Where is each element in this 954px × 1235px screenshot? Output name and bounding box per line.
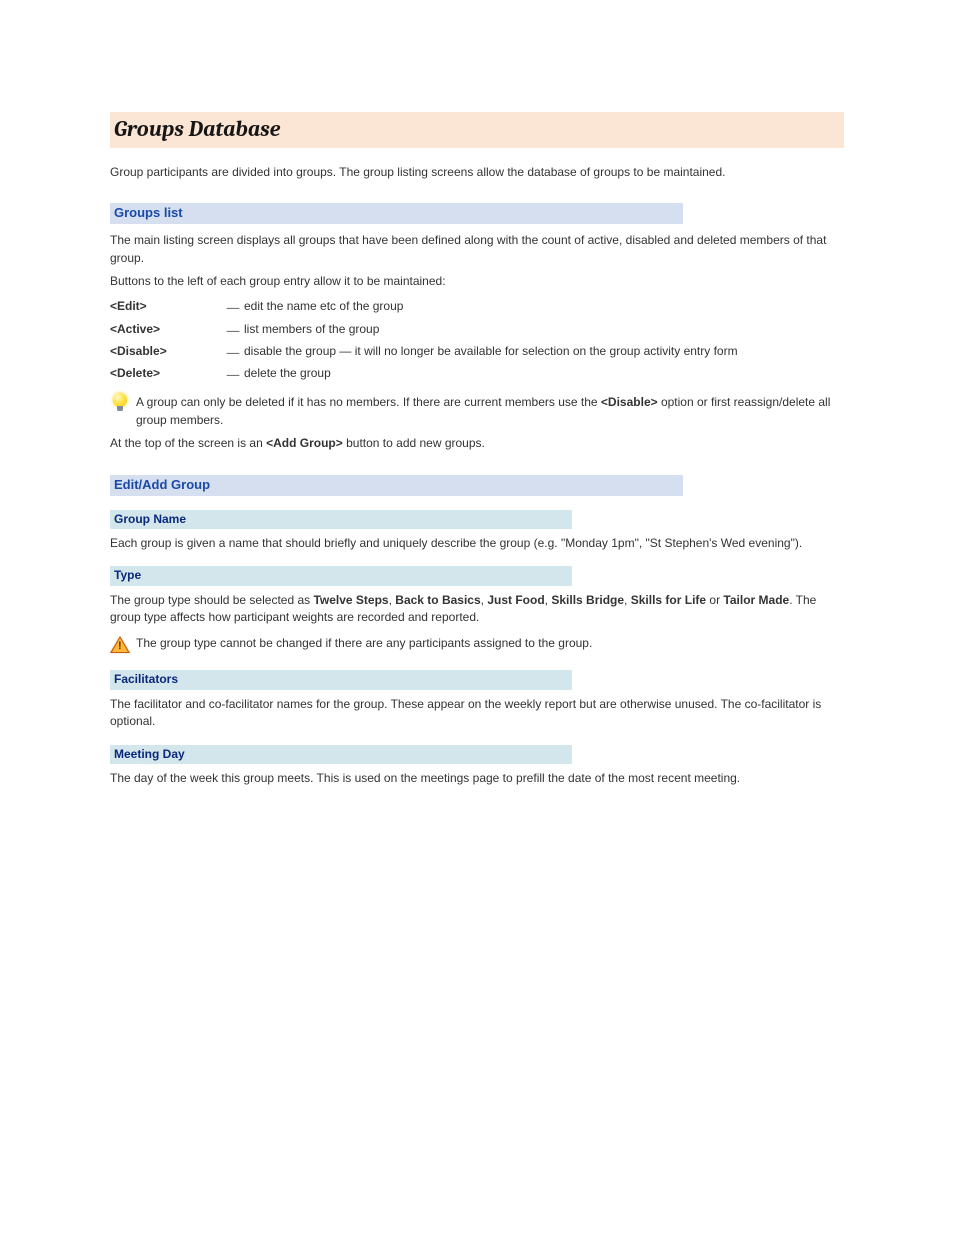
warning-callout: The group type cannot be changed if ther… (110, 634, 844, 656)
section-heading-groups-list: Groups list (110, 203, 683, 224)
button-desc-edit: edit the name etc of the group (244, 298, 844, 315)
groups-list-p1: The main listing screen displays all gro… (110, 232, 844, 267)
section-heading-group-name: Group Name (110, 510, 572, 529)
section-heading-type: Type (110, 566, 572, 585)
dash-icon: — (226, 321, 244, 341)
heading-link-group-name[interactable]: Group Name (114, 512, 186, 526)
tip-callout: A group can only be deleted if it has no… (110, 393, 844, 429)
heading-link-edit-add-group[interactable]: Edit/Add Group (114, 477, 210, 492)
dash-icon: — (226, 298, 244, 318)
button-desc-delete: delete the group (244, 365, 844, 382)
button-row-active: <Active> — list members of the group (110, 321, 844, 341)
intro-paragraph: Group participants are divided into grou… (110, 164, 844, 181)
heading-link-type[interactable]: Type (114, 568, 141, 582)
button-row-edit: <Edit> — edit the name etc of the group (110, 298, 844, 318)
button-label-disable: <Disable> (110, 344, 167, 358)
groups-list-add-paragraph: At the top of the screen is an <Add Grou… (110, 435, 844, 452)
add-group-button-label: <Add Group> (266, 436, 343, 450)
heading-link-groups-list[interactable]: Groups list (114, 205, 183, 220)
heading-link-facilitators[interactable]: Facilitators (114, 672, 178, 686)
button-row-delete: <Delete> — delete the group (110, 365, 844, 385)
facilitators-body: The facilitator and co-facilitator names… (110, 696, 844, 731)
button-label-active: <Active> (110, 322, 160, 336)
button-row-disable: <Disable> — disable the group — it will … (110, 343, 844, 363)
group-buttons-list: <Edit> — edit the name etc of the group … (110, 298, 844, 385)
heading-link-meeting-day[interactable]: Meeting Day (114, 747, 185, 761)
type-body: The group type should be selected as Twe… (110, 592, 844, 627)
add-group-prefix: At the top of the screen is an (110, 436, 266, 450)
lightbulb-icon (110, 393, 136, 415)
button-label-delete: <Delete> (110, 366, 160, 380)
dash-icon: — (226, 365, 244, 385)
button-desc-disable: disable the group — it will no longer be… (244, 343, 844, 360)
button-label-edit: <Edit> (110, 299, 147, 313)
section-heading-edit-add-group: Edit/Add Group (110, 475, 683, 496)
dash-icon: — (226, 343, 244, 363)
group-name-body: Each group is given a name that should b… (110, 535, 844, 552)
section-heading-facilitators: Facilitators (110, 670, 572, 689)
warning-icon (110, 634, 136, 656)
section-heading-meeting-day: Meeting Day (110, 745, 572, 764)
groups-list-p2: Buttons to the left of each group entry … (110, 273, 844, 290)
meeting-day-body: The day of the week this group meets. Th… (110, 770, 844, 787)
add-group-suffix: button to add new groups. (343, 436, 485, 450)
page-title: Groups Database (110, 112, 844, 148)
button-desc-active: list members of the group (244, 321, 844, 338)
tip-text: A group can only be deleted if it has no… (136, 393, 844, 429)
warning-text: The group type cannot be changed if ther… (136, 634, 844, 652)
